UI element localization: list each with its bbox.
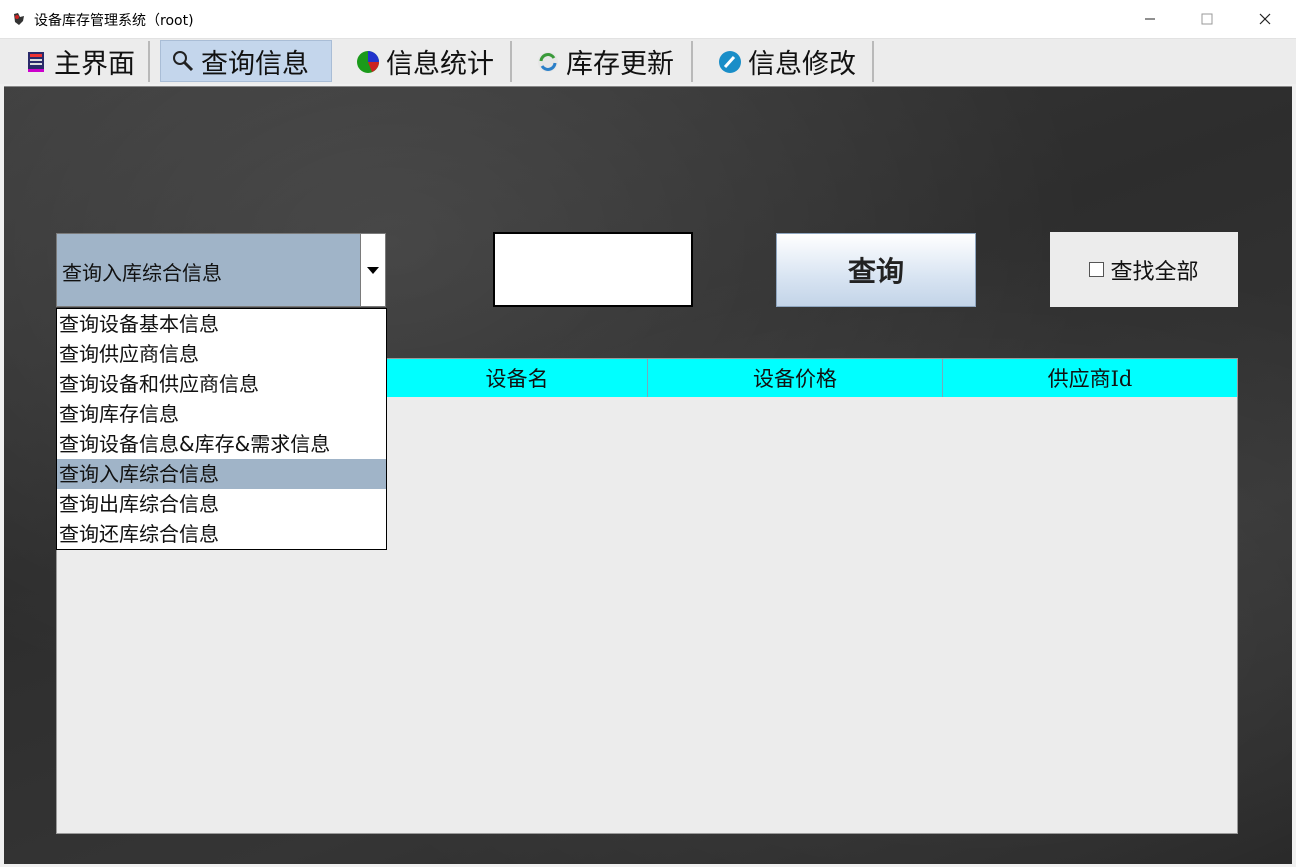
chevron-down-icon[interactable]	[360, 234, 385, 306]
find-all-label: 查找全部	[1110, 259, 1199, 285]
query-type-value: 查询入库综合信息	[62, 261, 222, 285]
search-input[interactable]	[493, 232, 693, 307]
column-header-device-price[interactable]: 设备价格	[648, 359, 943, 397]
column-header-supplier-id[interactable]: 供应商Id	[943, 359, 1237, 397]
minimize-icon	[1145, 18, 1155, 20]
tab-main[interactable]: 主界面	[14, 41, 150, 82]
maximize-button[interactable]	[1178, 0, 1236, 38]
close-button[interactable]	[1236, 0, 1294, 38]
window-title: 设备库存管理系统（root)	[34, 13, 194, 29]
tab-label: 查询信息	[201, 48, 309, 80]
query-button[interactable]: 查询	[776, 233, 976, 307]
edit-icon	[719, 50, 741, 73]
tab-statistics[interactable]: 信息统计	[342, 41, 512, 82]
tab-label: 信息统计	[386, 49, 494, 80]
dropdown-option[interactable]: 查询设备和供应商信息	[57, 369, 386, 399]
tab-stock-update[interactable]: 库存更新	[524, 41, 693, 82]
find-all-checkbox[interactable]: 查找全部	[1050, 232, 1238, 307]
dropdown-option[interactable]: 查询库存信息	[57, 399, 386, 429]
column-header-device-name[interactable]: 设备名	[387, 359, 648, 397]
close-icon	[1259, 13, 1271, 25]
maximize-icon	[1201, 13, 1213, 25]
dropdown-option[interactable]: 查询还库综合信息	[57, 519, 386, 549]
pie-chart-icon	[357, 50, 379, 73]
magnifier-icon	[173, 51, 194, 72]
book-icon	[28, 51, 44, 72]
tab-label: 库存更新	[566, 49, 674, 80]
app-icon	[14, 13, 24, 25]
query-type-dropdown: 查询设备基本信息 查询供应商信息 查询设备和供应商信息 查询库存信息 查询设备信…	[56, 308, 387, 550]
tab-label: 主界面	[54, 49, 135, 80]
tab-edit[interactable]: 信息修改	[706, 41, 874, 82]
tab-bar: 主界面 查询信息 信息统计 库存更新 信息修改	[0, 39, 1296, 84]
checkbox-icon[interactable]	[1089, 262, 1105, 277]
dropdown-option-selected[interactable]: 查询入库综合信息	[57, 459, 386, 489]
tab-query[interactable]: 查询信息	[160, 40, 332, 82]
dropdown-option[interactable]: 查询设备信息&库存&需求信息	[57, 429, 386, 459]
dropdown-option[interactable]: 查询出库综合信息	[57, 489, 386, 519]
refresh-icon	[538, 51, 558, 72]
title-bar: 设备库存管理系统（root)	[0, 0, 1296, 39]
dropdown-option[interactable]: 查询供应商信息	[57, 339, 386, 369]
dropdown-option[interactable]: 查询设备基本信息	[57, 309, 386, 339]
query-type-select[interactable]: 查询入库综合信息	[56, 233, 386, 307]
tab-label: 信息修改	[748, 49, 856, 80]
minimize-button[interactable]	[1121, 0, 1179, 38]
